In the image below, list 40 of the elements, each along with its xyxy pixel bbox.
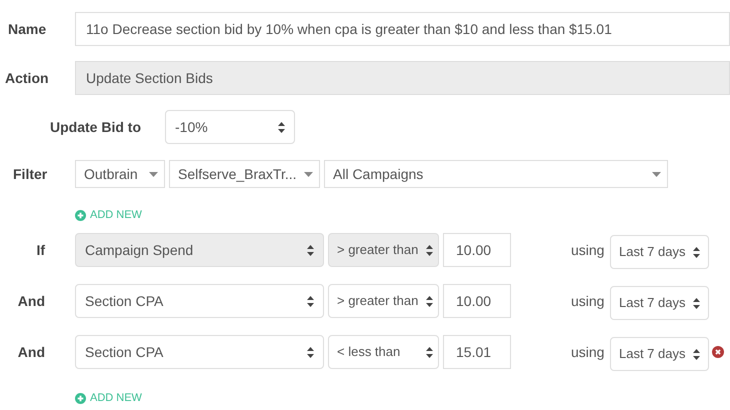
- updown-icon: [426, 244, 433, 256]
- using-label: using: [571, 240, 606, 260]
- name-field[interactable]: 11o Decrease section bid by 10% when cpa is greater than $10 and less than $15.01: [75, 12, 730, 46]
- action-field: Update Section Bids: [75, 61, 730, 95]
- period-select[interactable]: Last 7 days: [610, 286, 709, 320]
- field-label: And: [18, 342, 45, 362]
- plus-circle-icon: [75, 210, 86, 220]
- remove-icon[interactable]: [712, 346, 724, 358]
- field-select[interactable]: Section CPA: [75, 335, 324, 369]
- value-field[interactable]: 10.00: [443, 284, 511, 318]
- updown-icon: [693, 246, 700, 258]
- field-label: If: [36, 240, 45, 260]
- caret-icon: [652, 172, 661, 176]
- filter-select[interactable]: Outbrain: [75, 160, 165, 188]
- field-label: Action: [5, 70, 49, 86]
- field-select[interactable]: Section CPA: [75, 284, 324, 318]
- field-label: And: [18, 292, 45, 310]
- updown-icon: [307, 296, 314, 306]
- plus-circle-icon: [75, 392, 86, 404]
- updown-icon: [426, 296, 433, 306]
- operator-select[interactable]: < less than: [328, 335, 439, 369]
- using-label: using: [571, 342, 606, 362]
- updown-icon: [693, 298, 700, 308]
- filter-select[interactable]: All Campaigns: [324, 160, 668, 188]
- field-label: Filter: [13, 166, 48, 182]
- updown-icon: [426, 346, 433, 358]
- using-label: using: [571, 292, 606, 311]
- updown-icon: [307, 244, 314, 256]
- period-select[interactable]: Last 7 days: [610, 337, 709, 371]
- field-label: Update Bid to: [50, 118, 141, 134]
- caret-icon: [304, 172, 313, 176]
- operator-select[interactable]: > greater than: [328, 284, 439, 318]
- updown-icon: [693, 348, 700, 360]
- caret-icon: [149, 172, 158, 176]
- filter-select[interactable]: Selfserve_BraxTr...: [169, 160, 320, 188]
- updown-icon: [307, 346, 314, 358]
- bid-select[interactable]: -10%: [165, 110, 295, 144]
- field-label: Name: [8, 20, 46, 36]
- value-field[interactable]: 15.01: [443, 335, 511, 369]
- updown-icon: [278, 122, 285, 132]
